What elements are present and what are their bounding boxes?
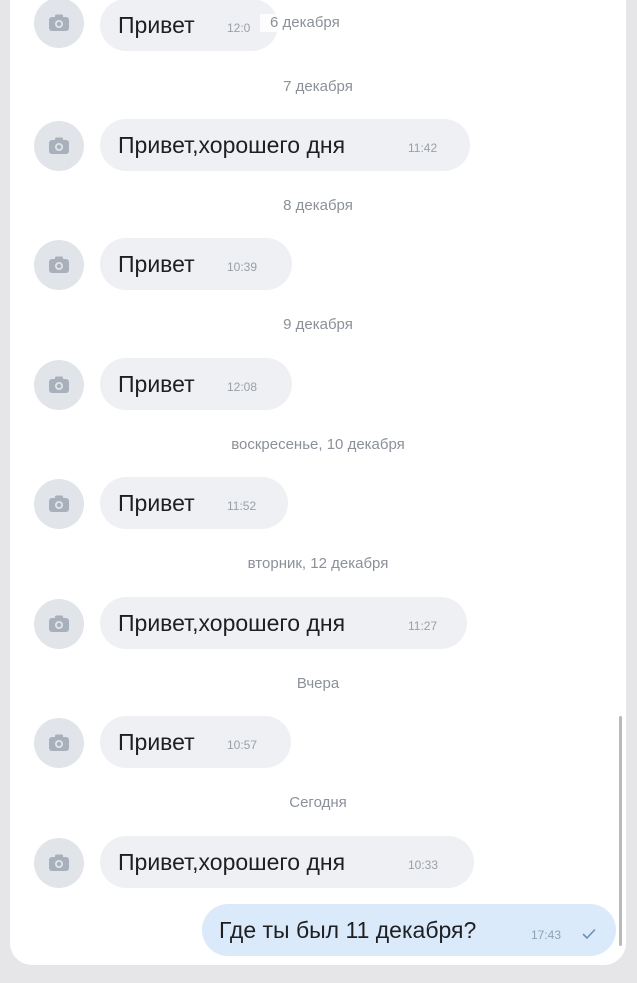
- outgoing-message-text: Где ты был 11 декабря?: [219, 917, 477, 943]
- message-bubble[interactable]: Привет,хорошего дня 11:27: [100, 597, 467, 649]
- message-time: 11:27: [408, 619, 438, 633]
- message-bubble[interactable]: Привет,хорошего дня 11:42: [100, 119, 470, 171]
- date-separator: воскресенье, 10 декабря: [231, 436, 405, 453]
- message-bubble[interactable]: Привет 12:0: [100, 0, 278, 51]
- chat-window: Привет 12:0 6 декабря 7 декабря Привет,х…: [10, 0, 626, 965]
- sticky-date-label: 6 декабря: [260, 14, 344, 32]
- message-bubble[interactable]: Привет 10:39: [100, 238, 292, 290]
- date-separator: 7 декабря: [283, 78, 353, 95]
- camera-icon: [49, 137, 69, 154]
- avatar[interactable]: [34, 121, 84, 171]
- message-time: 10:57: [227, 738, 258, 752]
- message-time: 12:0: [227, 21, 251, 35]
- message-time: 10:39: [227, 260, 258, 274]
- message-bubble[interactable]: Привет 11:52: [100, 477, 288, 529]
- camera-icon: [49, 376, 69, 393]
- avatar[interactable]: [34, 599, 84, 649]
- date-separator: 9 декабря: [283, 316, 353, 333]
- outgoing-message-bubble[interactable]: Где ты был 11 декабря? 17:43: [202, 904, 616, 956]
- avatar[interactable]: [34, 360, 84, 410]
- message-text: Привет,хорошего дня: [118, 849, 346, 875]
- message-time: 12:08: [227, 380, 258, 394]
- camera-icon: [49, 734, 69, 751]
- avatar[interactable]: [34, 240, 84, 290]
- camera-icon: [49, 256, 69, 273]
- message-time: 11:52: [227, 499, 257, 513]
- camera-icon: [49, 615, 69, 632]
- message-text: Привет: [118, 490, 195, 516]
- message-text: Привет: [118, 251, 195, 277]
- avatar[interactable]: [34, 0, 84, 48]
- avatar[interactable]: [34, 479, 84, 529]
- avatar[interactable]: [34, 718, 84, 768]
- message-text: Привет,хорошего дня: [118, 610, 346, 636]
- date-separator: Сегодня: [289, 794, 347, 811]
- message-bubble[interactable]: Привет 12:08: [100, 358, 292, 410]
- message-text: Привет: [118, 371, 195, 397]
- camera-icon: [49, 854, 69, 871]
- message-bubble[interactable]: Привет 10:57: [100, 716, 291, 768]
- message-time: 10:33: [408, 858, 439, 872]
- scrollbar[interactable]: [619, 716, 622, 946]
- message-text: Привет,хорошего дня: [118, 132, 346, 158]
- date-separator: 8 декабря: [283, 197, 353, 214]
- avatar[interactable]: [34, 838, 84, 888]
- date-separator: вторник, 12 декабря: [247, 555, 389, 572]
- camera-icon: [49, 14, 69, 31]
- date-separator: Вчера: [296, 675, 340, 692]
- check-icon: [582, 929, 596, 939]
- message-text: Привет: [118, 12, 195, 38]
- message-time: 11:42: [408, 141, 438, 155]
- message-text: Привет: [118, 729, 195, 755]
- message-bubble[interactable]: Привет,хорошего дня 10:33: [100, 836, 474, 888]
- outgoing-message-time: 17:43: [531, 928, 562, 942]
- camera-icon: [49, 495, 69, 512]
